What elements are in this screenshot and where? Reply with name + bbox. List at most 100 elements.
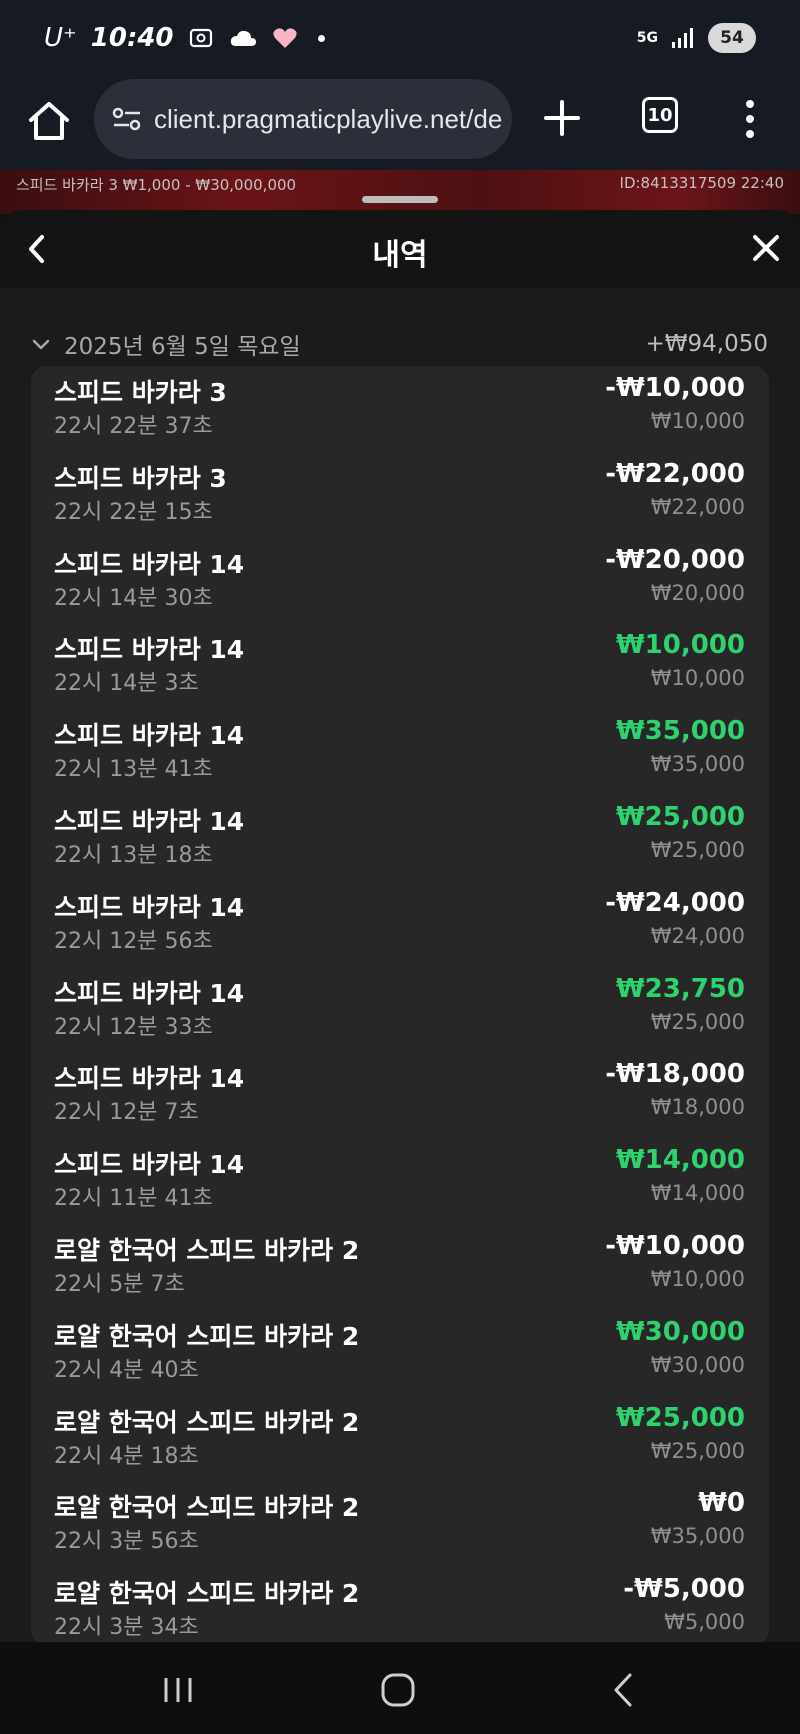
transaction-time: 22시 22분 15초 [54,499,213,525]
bet-amount: ₩30,000 [650,1352,745,1377]
bet-amount: ₩20,000 [650,580,745,605]
close-icon[interactable] [750,232,782,264]
home-nav-icon[interactable] [378,1670,418,1710]
bet-amount: ₩14,000 [650,1181,745,1206]
transaction-list: 스피드 바카라 3 22시 22분 37초 -₩10,000 ₩10,000 스피드 바… [31,366,769,1642]
transaction-row: 스피드 바카라 3 22시 22분 37초 -₩10,000 ₩10,000 [31,366,769,452]
recent-apps-icon[interactable] [158,1670,198,1710]
transaction-time: 22시 12분 33초 [54,1014,213,1040]
bet-amount: ₩24,000 [650,923,745,948]
transaction-amount: -₩5,000 [623,1574,745,1605]
tab-switcher-button[interactable]: 10 [642,97,678,133]
network-label: 5G [636,30,658,46]
transaction-row: 로얄 한국어 스피드 바카라 2 22시 4분 18초 ₩25,000 ₩25,000 [31,1396,769,1482]
transaction-amount: ₩23,750 [615,973,745,1004]
transaction-row: 로얄 한국어 스피드 바카라 2 22시 3분 56초 ₩0 ₩35,000 [31,1481,769,1567]
transaction-time: 22시 12분 56초 [54,928,213,954]
transaction-amount: ₩10,000 [615,630,745,661]
date-label: 2025년 6월 5일 목요일 [64,334,301,360]
game-name: 로얄 한국어 스피드 바카라 2 [54,1579,360,1609]
transaction-row: 스피드 바카라 3 22시 22분 15초 -₩22,000 ₩22,000 [31,452,769,538]
status-bar: U⁺ 10:40 5G 54 [0,0,800,76]
game-table-info: 스피드 바카라 3 ₩1,000 - ₩30,000,000 [16,176,297,194]
transaction-time: 22시 14분 30초 [54,585,213,611]
bet-amount: ₩35,000 [650,752,745,777]
game-name: 로얄 한국어 스피드 바카라 2 [54,1236,360,1265]
transaction-row: 스피드 바카라 14 22시 14분 3초 ₩10,000 ₩10,000 [31,623,769,709]
date-total: +₩94,050 [645,331,769,357]
transaction-row: 스피드 바카라 14 22시 11분 41초 ₩14,000 ₩14,000 [31,1138,769,1224]
url-text: client.pragmaticplaylive.net/de [154,103,503,134]
transaction-time: 22시 11분 41초 [54,1186,213,1212]
transaction-row: 스피드 바카라 14 22시 14분 30초 -₩20,000 ₩20,000 [31,538,769,624]
site-settings-icon[interactable] [112,106,142,132]
transaction-row: 로얄 한국어 스피드 바카라 2 22시 4분 40초 ₩30,000 ₩30,000 [31,1310,769,1396]
game-name: 로얄 한국어 스피드 바카라 2 [54,1407,360,1437]
system-nav-bar [0,1642,800,1734]
game-name: 로얄 한국어 스피드 바카라 2 [54,1493,360,1523]
game-name: 스피드 바카라 14 [54,549,245,579]
battery-level: 54 [720,28,744,48]
home-icon[interactable] [26,98,72,144]
transaction-time: 22시 12분 7초 [54,1100,199,1126]
bet-amount: ₩22,000 [650,494,745,519]
browser-toolbar: client.pragmaticplaylive.net/de 10 [0,76,800,170]
game-name: 스피드 바카라 14 [54,1064,245,1094]
transaction-amount: -₩18,000 [605,1059,745,1090]
transaction-time: 22시 14분 3초 [54,671,199,697]
game-name: 스피드 바카라 14 [54,635,245,665]
more-vert-icon[interactable] [740,96,760,142]
clock: 10:40 [90,23,174,53]
plus-icon[interactable] [540,96,584,140]
history-sheet: 내역 2025년 6월 5일 목요일 +₩94,050 스피드 바카라 3 22시… [0,210,800,1642]
notification-dot-icon [317,34,325,42]
heart-icon [272,28,297,48]
game-session-info: ID:8413317509 22:40 [619,174,784,192]
sheet-title: 내역 [372,238,428,273]
carrier-label: U⁺ [44,23,77,53]
transaction-amount: -₩10,000 [605,373,745,403]
transaction-time: 22시 3분 56초 [54,1529,199,1555]
game-name: 스피드 바카라 14 [54,807,245,836]
screenshot-icon [189,28,212,48]
game-info-strip: 스피드 바카라 3 ₩1,000 - ₩30,000,000 ID:841331… [0,170,800,214]
transaction-amount: ₩0 [698,1488,745,1519]
game-name: 로얄 한국어 스피드 바카라 2 [54,1321,360,1351]
transaction-time: 22시 3분 34초 [54,1615,199,1641]
transaction-row: 스피드 바카라 14 22시 12분 56초 -₩24,000 ₩24,000 [31,881,769,967]
battery-indicator: 54 [708,23,756,53]
transaction-amount: -₩20,000 [605,544,745,575]
chevron-down-icon[interactable] [30,333,52,355]
game-name: 스피드 바카라 14 [54,721,245,751]
sheet-header: 내역 [0,210,800,288]
transaction-amount: ₩14,000 [615,1145,745,1176]
transaction-amount: ₩25,000 [615,802,745,832]
sheet-drag-handle[interactable] [362,196,438,203]
game-name: 스피드 바카라 3 [54,378,227,407]
signal-icon [672,28,693,48]
transaction-row: 스피드 바카라 14 22시 12분 33초 ₩23,750 ₩25,000 [31,967,769,1053]
transaction-row: 스피드 바카라 14 22시 12분 7초 -₩18,000 ₩18,000 [31,1052,769,1138]
transaction-amount: -₩24,000 [605,887,745,918]
bet-amount: ₩10,000 [650,409,745,433]
bet-amount: ₩35,000 [650,1524,745,1549]
tab-count: 10 [647,104,673,126]
cloud-icon [230,30,256,46]
transaction-row: 로얄 한국어 스피드 바카라 2 22시 3분 34초 -₩5,000 ₩5,000 [31,1567,769,1642]
address-bar[interactable]: client.pragmaticplaylive.net/de [94,79,512,159]
transaction-amount: ₩35,000 [615,716,745,747]
transaction-row: 스피드 바카라 14 22시 13분 18초 ₩25,000 ₩25,000 [31,795,769,881]
bet-amount: ₩10,000 [650,1267,745,1291]
transaction-amount: ₩25,000 [615,1402,745,1433]
transaction-time: 22시 13분 18초 [54,843,213,868]
transaction-row: 로얄 한국어 스피드 바카라 2 22시 5분 7초 -₩10,000 ₩10,000 [31,1224,769,1310]
transaction-amount: -₩10,000 [605,1231,745,1261]
bet-amount: ₩5,000 [664,1610,745,1635]
transaction-time: 22시 4분 40초 [54,1357,199,1383]
transaction-amount: -₩22,000 [605,458,745,489]
date-group-header[interactable]: 2025년 6월 5일 목요일 +₩94,050 [30,324,768,364]
game-name: 스피드 바카라 14 [54,978,245,1008]
game-name: 스피드 바카라 3 [54,463,227,493]
transaction-time: 22시 5분 7초 [54,1272,185,1297]
back-nav-icon[interactable] [604,1670,644,1710]
